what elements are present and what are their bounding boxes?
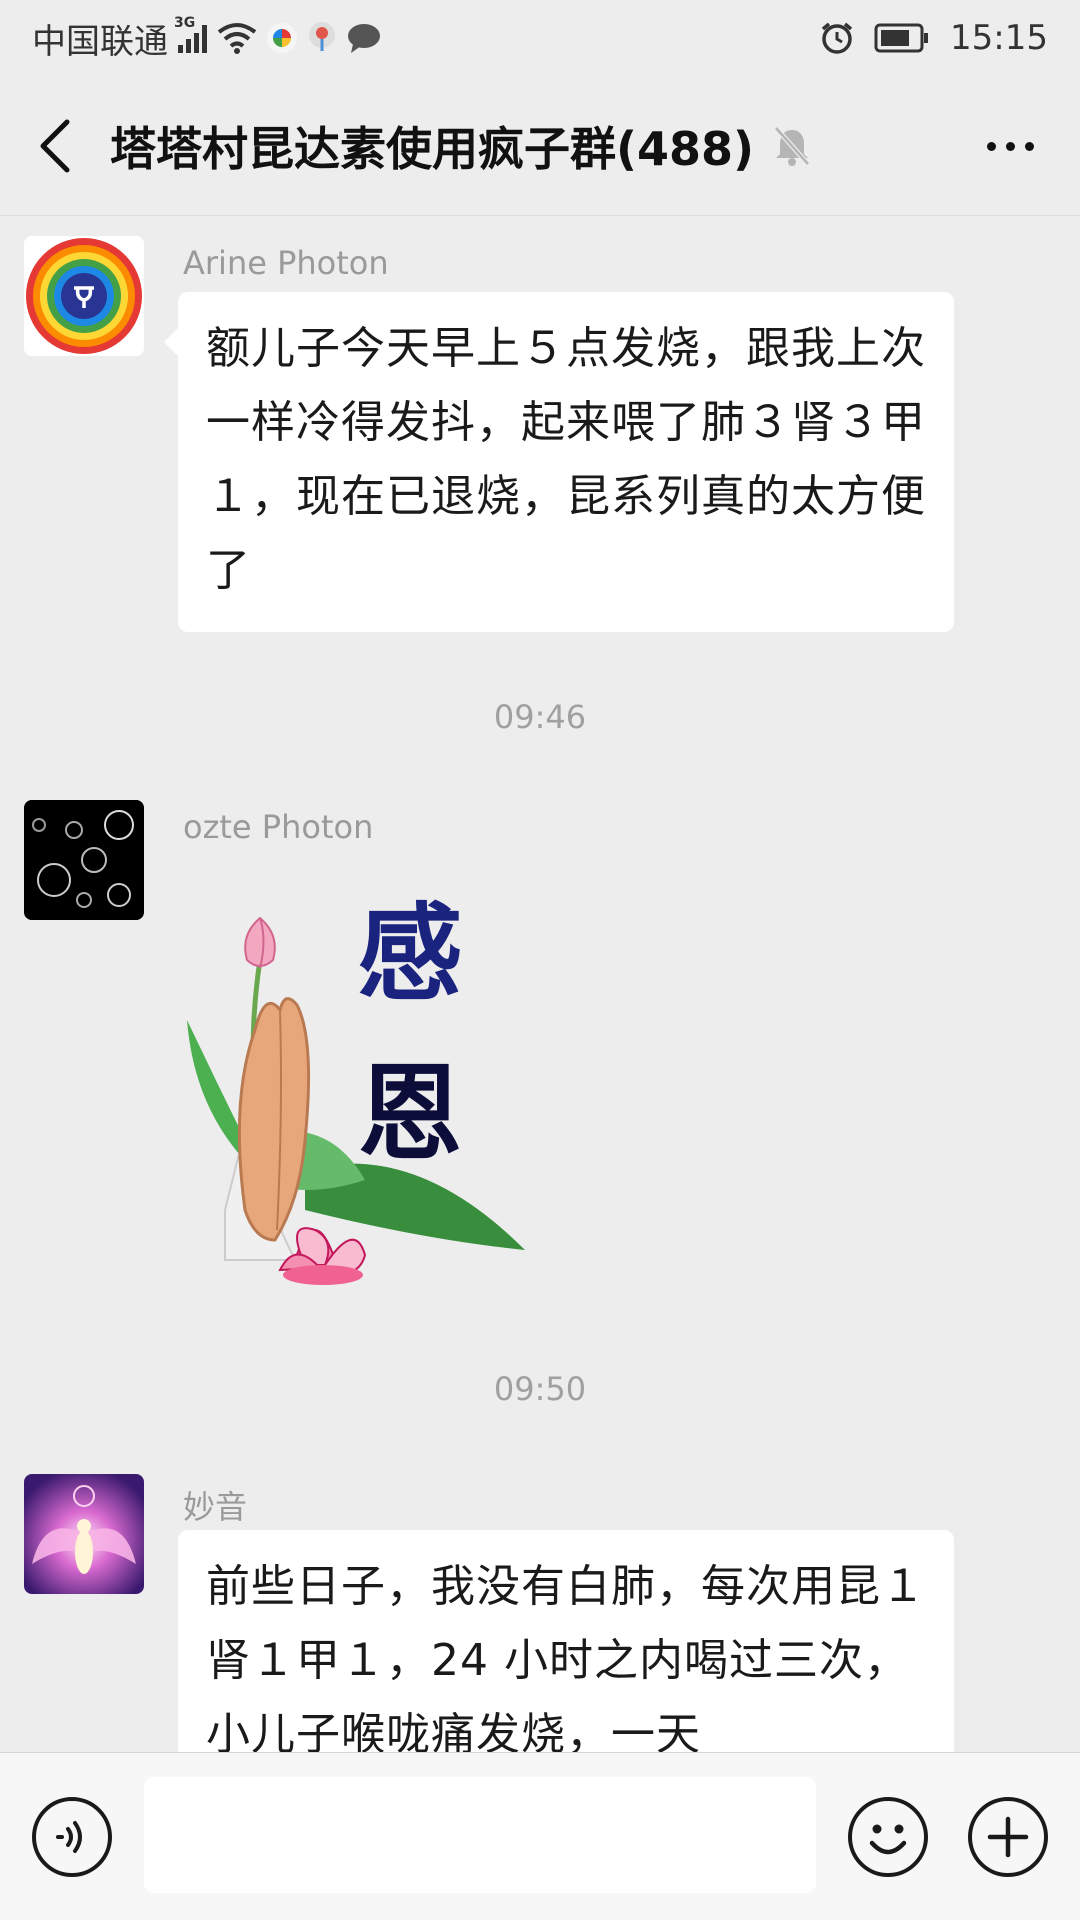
message-bubble[interactable]: 额儿子今天早上５点发烧，跟我上次一样冷得发抖，起来喂了肺３肾３甲１，现在已退烧，… [164,292,954,632]
carrier-label: 中国联通 [32,21,168,62]
alarm-icon [821,22,853,54]
voice-button[interactable] [32,1797,112,1877]
plus-button[interactable] [968,1797,1048,1877]
message-input[interactable] [144,1777,816,1893]
angel-avatar[interactable] [24,1474,144,1594]
chat-header: 塔塔村昆达素使用疯子群(488) [0,76,1080,216]
muted-bell-icon [770,124,814,168]
timestamp: 09:46 [493,698,587,736]
emoji-button[interactable] [848,1797,928,1877]
more-button[interactable] [960,106,1060,186]
back-arrow-icon [40,119,70,172]
signal-icon: 3G [174,15,207,53]
network-type-label: 3G [174,15,196,31]
voice-icon [56,1821,82,1853]
back-button[interactable] [0,76,110,216]
sticker-char-1: 感 [357,891,462,1015]
rainbow-circle-avatar[interactable] [24,236,144,356]
battery-icon [874,23,929,53]
sticker-char-2: 恩 [357,1051,462,1175]
praying-hands-lotus-sticker[interactable]: 感 恩 [185,880,545,1300]
plus-icon [987,1816,1029,1858]
message-bubble[interactable]: 前些日子，我没有白肺，每次用昆１肾１甲１，24 小时之内喝过三次，小儿子喉咙痛发… [178,1530,954,1752]
sender-name: ozte Photon [183,808,374,846]
sender-name: 妙音 [183,1488,248,1526]
input-bar [0,1752,1080,1920]
message-icon [348,24,380,53]
status-bar: 中国联通 3G 15:15 [0,0,1080,76]
bubbles-avatar[interactable] [24,800,144,920]
sender-name: Arine Photon [183,244,389,282]
app-notification-icon [267,23,297,53]
wifi-icon [217,23,257,54]
timestamp: 09:50 [493,1370,587,1408]
more-icon [986,141,996,151]
chat-title: 塔塔村昆达素使用疯子群(488) [110,121,755,176]
location-icon [309,22,335,51]
emoji-icon [869,1824,907,1855]
clock-time: 15:15 [950,18,1048,58]
